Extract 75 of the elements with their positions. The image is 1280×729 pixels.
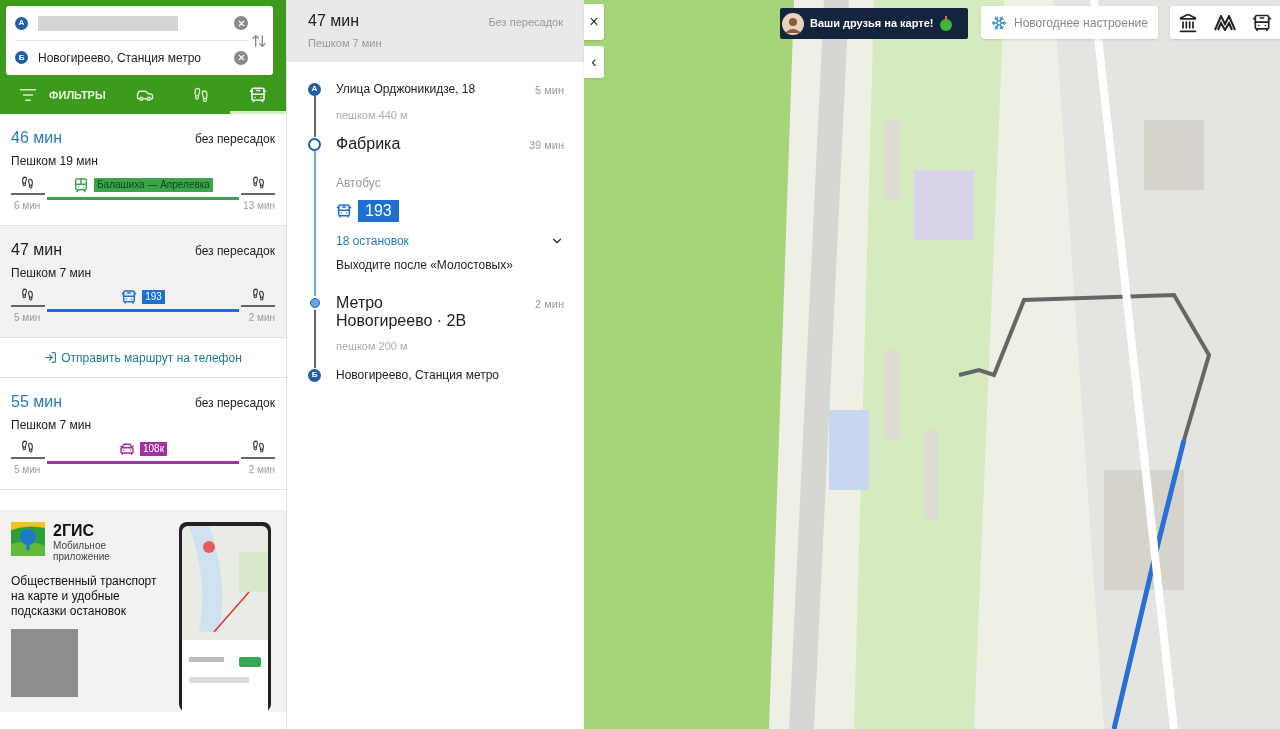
walk-time: 6 мин [14, 199, 41, 213]
avatar-icon [782, 12, 804, 35]
walk-icon [21, 440, 34, 453]
transport-type: Автобус [336, 174, 382, 192]
walk-duration: Пешком 19 мин [11, 153, 99, 170]
landmark-icon[interactable] [1178, 12, 1198, 33]
walk-distance: пешком 440 м [336, 107, 409, 123]
point-marker: Б [308, 368, 321, 382]
exit-hint: Выходите после «Молостовых» [336, 256, 514, 274]
app-logo [11, 522, 45, 556]
walk-icon [252, 288, 265, 301]
walk-time: 5 мин [14, 311, 41, 325]
send-icon [44, 351, 58, 364]
walk-distance: пешком 200 м [336, 338, 409, 354]
route-duration: 55 мин [11, 392, 62, 412]
walk-time: 2 мин [248, 463, 275, 477]
walk-time: 2 мин [248, 311, 275, 325]
tram-icon [73, 176, 90, 193]
route-number-badge: 193 [142, 289, 165, 304]
stop-name: Фабрика [336, 135, 402, 153]
walk-icon [252, 176, 265, 189]
point-marker: А [308, 82, 321, 96]
close-icon [236, 18, 246, 28]
leg-duration: 39 мин [528, 138, 564, 153]
snowflake-icon [991, 14, 1007, 31]
transfers-label: без пересадок [194, 243, 275, 260]
stop-name: Новогиреево, Станция метро [336, 368, 500, 382]
ornament-icon [939, 15, 954, 32]
bus-icon[interactable] [1252, 12, 1272, 33]
transfers-label: Без пересадок [488, 15, 563, 30]
walk-icon [21, 288, 34, 301]
metro-icon[interactable] [1214, 14, 1236, 31]
point-marker: Б [15, 51, 28, 64]
friends-banner[interactable]: Ваши друзья на карте! [780, 8, 968, 39]
swap-icon [251, 32, 267, 49]
close-button[interactable]: × [584, 4, 604, 40]
route-duration: 47 мин [11, 240, 62, 260]
map[interactable]: × ‹ Ваши друзья на карте! Новогоднее настроение [584, 0, 1280, 729]
qr-code [11, 629, 78, 697]
app-subtitle: Мобильное приложение [53, 540, 111, 562]
clear-button[interactable] [234, 50, 248, 65]
send-route-link[interactable]: Отправить маршрут на телефон [44, 348, 242, 367]
clear-button[interactable] [234, 16, 248, 30]
filter-icon [19, 86, 38, 104]
leg-duration: 5 мин [535, 83, 564, 98]
close-icon [236, 53, 246, 62]
stop-name: Улица Орджоникидзе, 18 [336, 82, 476, 96]
stops-toggle[interactable]: 18 остановок [336, 231, 564, 250]
route-duration: 47 мин [308, 11, 359, 31]
leg-duration: 2 мин [535, 296, 564, 312]
walk-duration: Пешком 7 мин [11, 265, 93, 282]
route-number-badge: 193 [358, 199, 399, 222]
route-card[interactable]: 47 мин без пересадок Пешком 7 мин 5 мин 193 2 мин [0, 226, 286, 338]
route-number-badge: Балашиха — Апрелевка [94, 177, 213, 192]
transfers-label: без пересадок [194, 395, 275, 412]
bus-icon [336, 202, 352, 219]
transfers-label: без пересадок [194, 131, 275, 148]
route-duration: 46 мин [11, 128, 62, 148]
walk-icon [193, 87, 210, 103]
collapse-button[interactable]: ‹ [584, 46, 604, 78]
stop-name: Метро Новогиреево · 2В [336, 293, 468, 330]
promo-text: Общественный транспорт на карте и удобные подсказки остановок [11, 574, 158, 619]
destination-field[interactable]: Новогиреево, Станция метро [38, 48, 224, 67]
app-name: 2ГИС [53, 522, 96, 540]
bus-icon [121, 288, 138, 305]
walk-duration: Пешком 7 мин [308, 36, 383, 51]
point-marker: А [15, 16, 28, 30]
walk-time: 5 мин [14, 463, 41, 477]
walk-time: 13 мин [243, 199, 275, 213]
walk-icon [252, 440, 265, 453]
walk-duration: Пешком 7 мин [11, 417, 93, 434]
route-number-badge: 108к [139, 441, 168, 456]
mood-button[interactable]: Новогоднее настроение [981, 6, 1158, 39]
walk-icon [21, 176, 34, 189]
bus-icon [248, 86, 267, 104]
